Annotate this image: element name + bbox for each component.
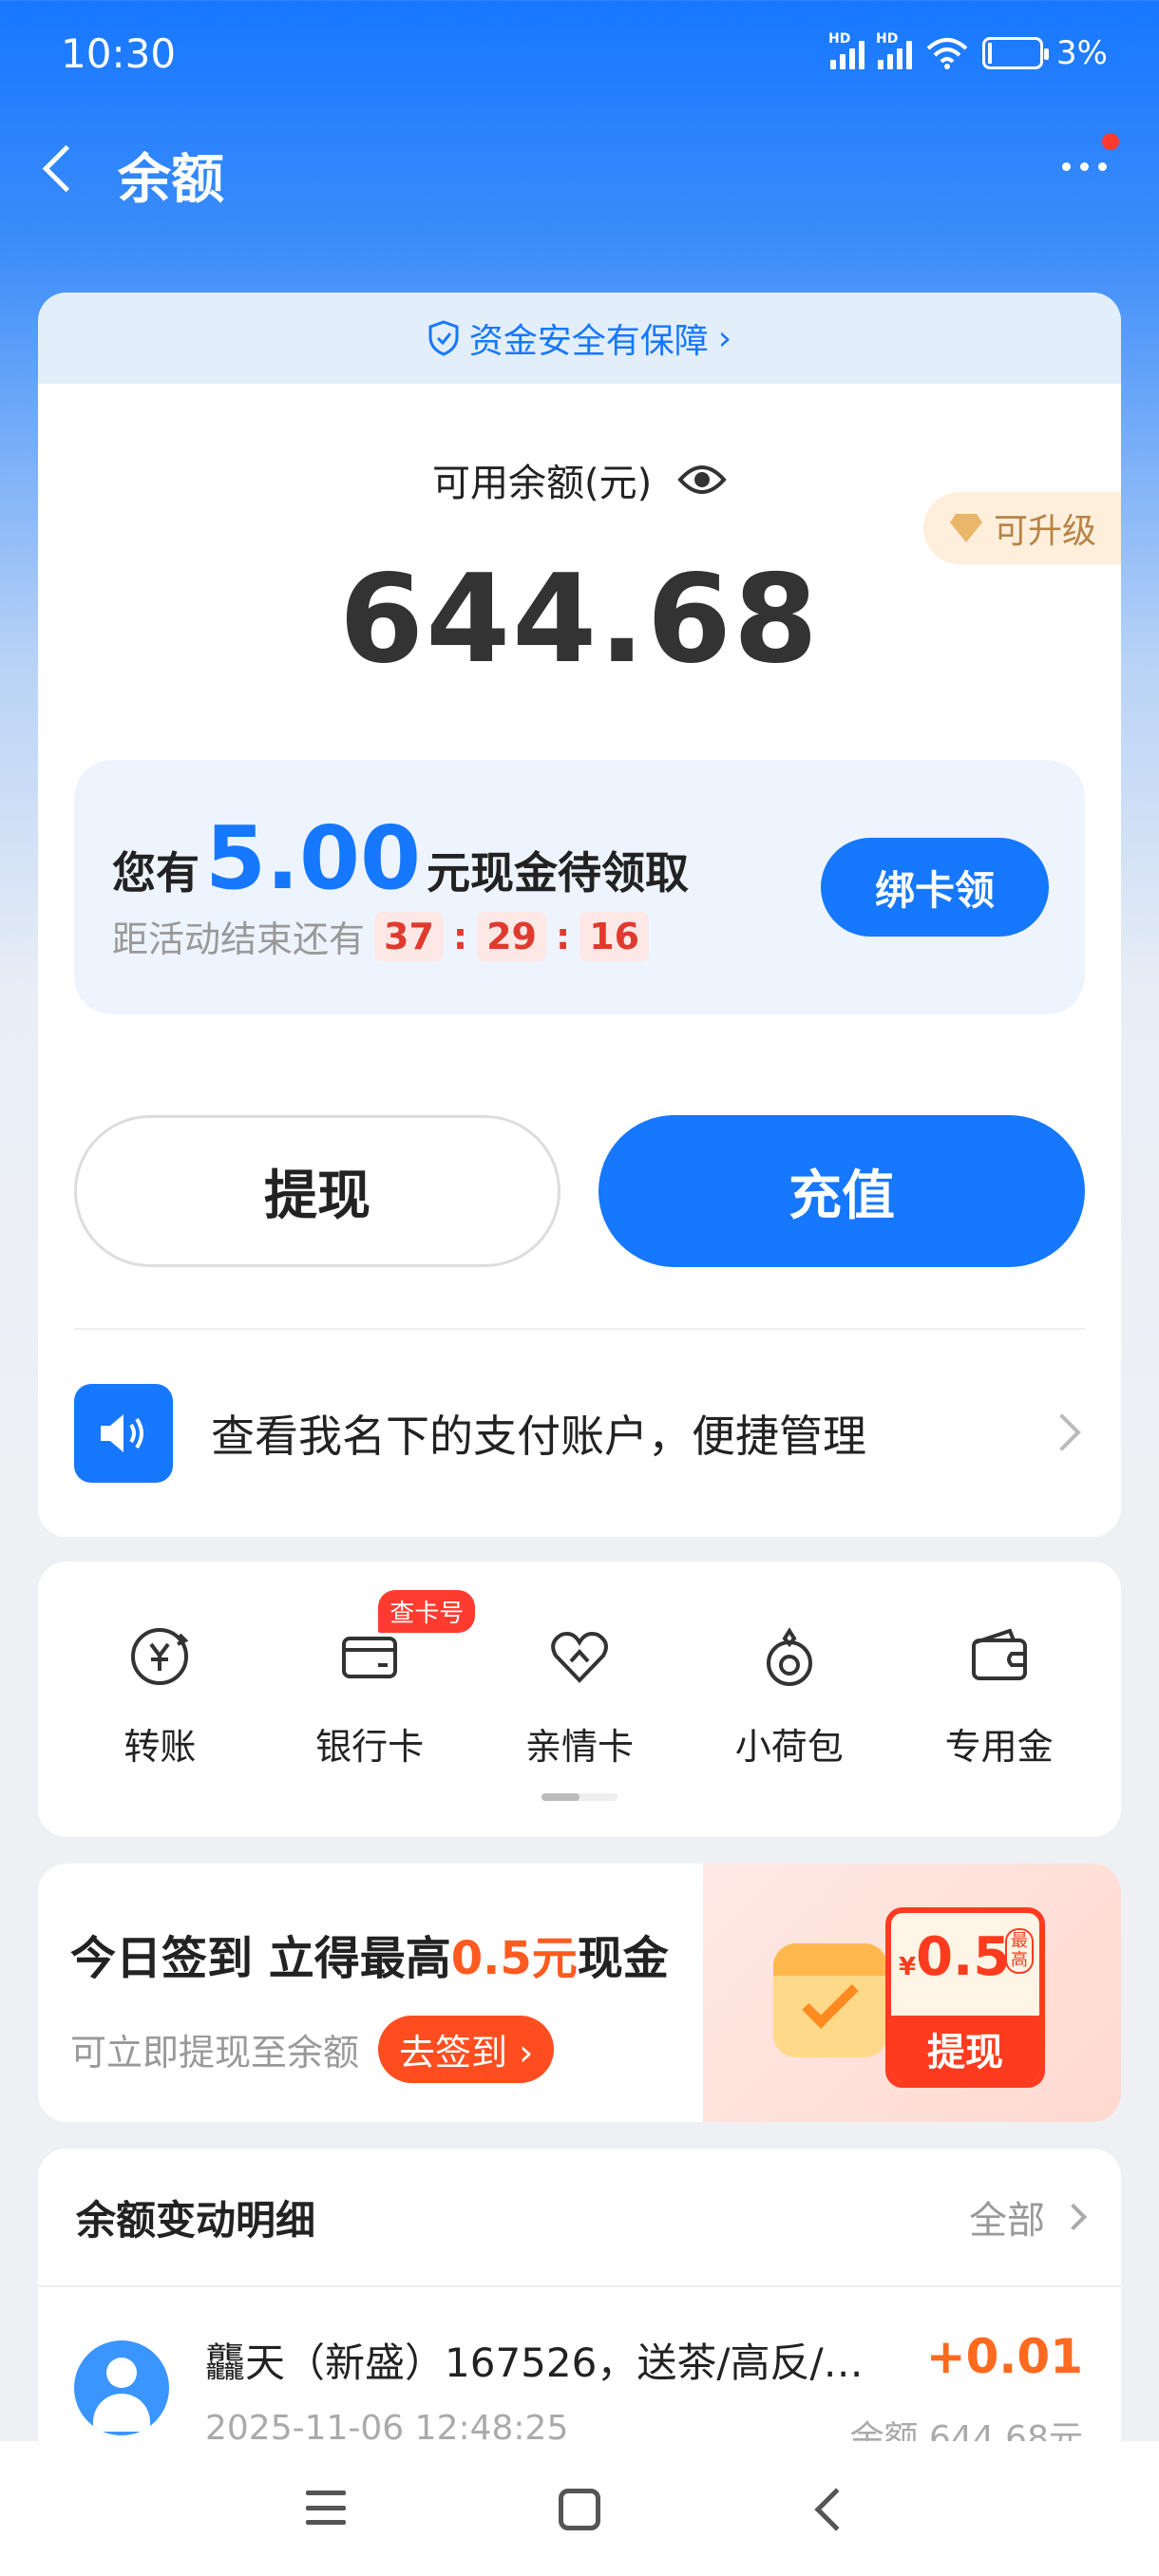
transfer-icon — [122, 1619, 198, 1695]
battery-percent: 3% — [1056, 34, 1108, 72]
checkin-subtitle: 可立即提现至余额 去签到 › — [70, 2016, 555, 2083]
page-title: 余额 — [118, 149, 224, 211]
view-all-link[interactable]: 全部 — [969, 2189, 1088, 2245]
battery-icon — [982, 37, 1050, 69]
quick-action-special-fund[interactable]: 专用金 — [909, 1619, 1090, 1770]
status-time: 10:30 — [61, 30, 177, 77]
payment-accounts-row[interactable]: 查看我名下的支付账户，便捷管理 — [74, 1383, 1085, 1484]
cash-reward-card: ¥0.5 最高 提现 — [885, 1907, 1045, 2088]
quick-action-bank-card[interactable]: 查卡号 银行卡 — [279, 1590, 476, 1770]
quick-action-family-card[interactable]: 亲情卡 — [489, 1619, 670, 1770]
pouch-icon — [751, 1619, 827, 1695]
withdraw-button[interactable]: 提现 — [74, 1115, 560, 1267]
chevron-right-icon — [1059, 2203, 1088, 2231]
cash-promo-panel: 您有 5.00 元现金待领取 距活动结束还有 37 : 29 : 16 绑卡领 — [74, 760, 1085, 1014]
scroll-indicator — [542, 1793, 618, 1801]
avatar — [74, 2340, 169, 2435]
checkin-button[interactable]: 去签到 › — [378, 2016, 555, 2083]
detail-title: 余额变动明细 — [76, 2196, 316, 2244]
calendar-icon — [773, 1943, 887, 2057]
notification-dot — [1102, 133, 1119, 150]
security-banner[interactable]: 资金安全有保障 › — [38, 293, 1121, 384]
diamond-icon — [949, 514, 982, 542]
checkin-banner[interactable]: 今日签到 立得最高0.5元现金 可立即提现至余额 去签到 › ¥0.5 最高 提… — [38, 1864, 1121, 2122]
security-text: 资金安全有保障 — [468, 322, 709, 361]
back-button[interactable] — [34, 133, 91, 199]
signal-icon: HD — [828, 31, 865, 69]
family-card-icon — [542, 1619, 618, 1695]
balance-card: 资金安全有保障 › 可用余额(元) 可升级 644.68 您有 5.00 元现金… — [38, 293, 1121, 1537]
transaction-amount: +0.01 — [925, 2329, 1083, 2384]
shield-icon — [428, 320, 459, 356]
speaker-icon — [74, 1384, 173, 1483]
payment-accounts-text: 查看我名下的支付账户，便捷管理 — [211, 1411, 866, 1462]
transaction-name: 龘天（新盛）167526，送茶/高反/… — [205, 2339, 864, 2386]
divider — [74, 1328, 1085, 1330]
wallet-icon — [961, 1619, 1037, 1695]
signal-icon-2: HD — [876, 31, 913, 69]
menu-icon[interactable] — [306, 2491, 346, 2525]
chevron-right-icon — [1043, 1413, 1081, 1451]
promo-amount: 5.00 — [205, 807, 421, 909]
quick-action-pouch[interactable]: 小荷包 — [699, 1619, 880, 1770]
check-card-number-badge: 查卡号 — [378, 1590, 476, 1633]
countdown-minutes: 29 — [477, 911, 546, 961]
detail-header: 余额变动明细 全部 — [38, 2149, 1121, 2287]
promo-headline: 您有 5.00 元现金待领取 — [112, 807, 689, 909]
system-nav-bar — [0, 2441, 1159, 2576]
countdown-hours: 37 — [374, 911, 444, 961]
eye-icon[interactable] — [677, 463, 727, 497]
quick-actions-card: 转账 查卡号 银行卡 亲情卡 小荷包 专用金 — [38, 1562, 1121, 1837]
checkin-title: 今日签到 立得最高0.5元现金 — [70, 1932, 669, 1985]
home-icon[interactable] — [559, 2489, 600, 2530]
countdown: 距活动结束还有 37 : 29 : 16 — [112, 910, 650, 962]
bind-card-button[interactable]: 绑卡领 — [821, 838, 1049, 937]
balance-amount: 644.68 — [339, 549, 820, 691]
countdown-seconds: 16 — [580, 911, 650, 961]
recharge-button[interactable]: 充值 — [598, 1115, 1085, 1267]
status-bar: 10:30 HD HD 3% — [0, 0, 1159, 114]
back-icon[interactable] — [814, 2488, 858, 2531]
status-icons: HD HD 3% — [828, 31, 1108, 72]
wifi-icon — [926, 38, 968, 69]
nav-bar: 余额 — [0, 123, 1159, 211]
chevron-right-icon: › — [717, 318, 732, 358]
quick-action-transfer[interactable]: 转账 — [69, 1619, 250, 1770]
